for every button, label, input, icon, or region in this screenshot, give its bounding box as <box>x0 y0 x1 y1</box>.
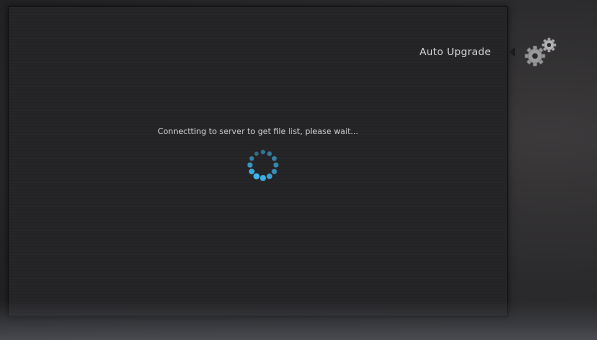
bottom-bezel-glow <box>0 300 597 340</box>
loading-spinner-icon <box>247 149 279 181</box>
dialog-title: Auto Upgrade <box>419 47 491 58</box>
gears-icon <box>509 37 557 67</box>
tv-screen: Auto Upgrade Connectting to server to ge… <box>0 0 597 340</box>
status-message: Connectting to server to get file list, … <box>157 127 359 136</box>
auto-upgrade-dialog: Auto Upgrade Connectting to server to ge… <box>8 6 508 317</box>
